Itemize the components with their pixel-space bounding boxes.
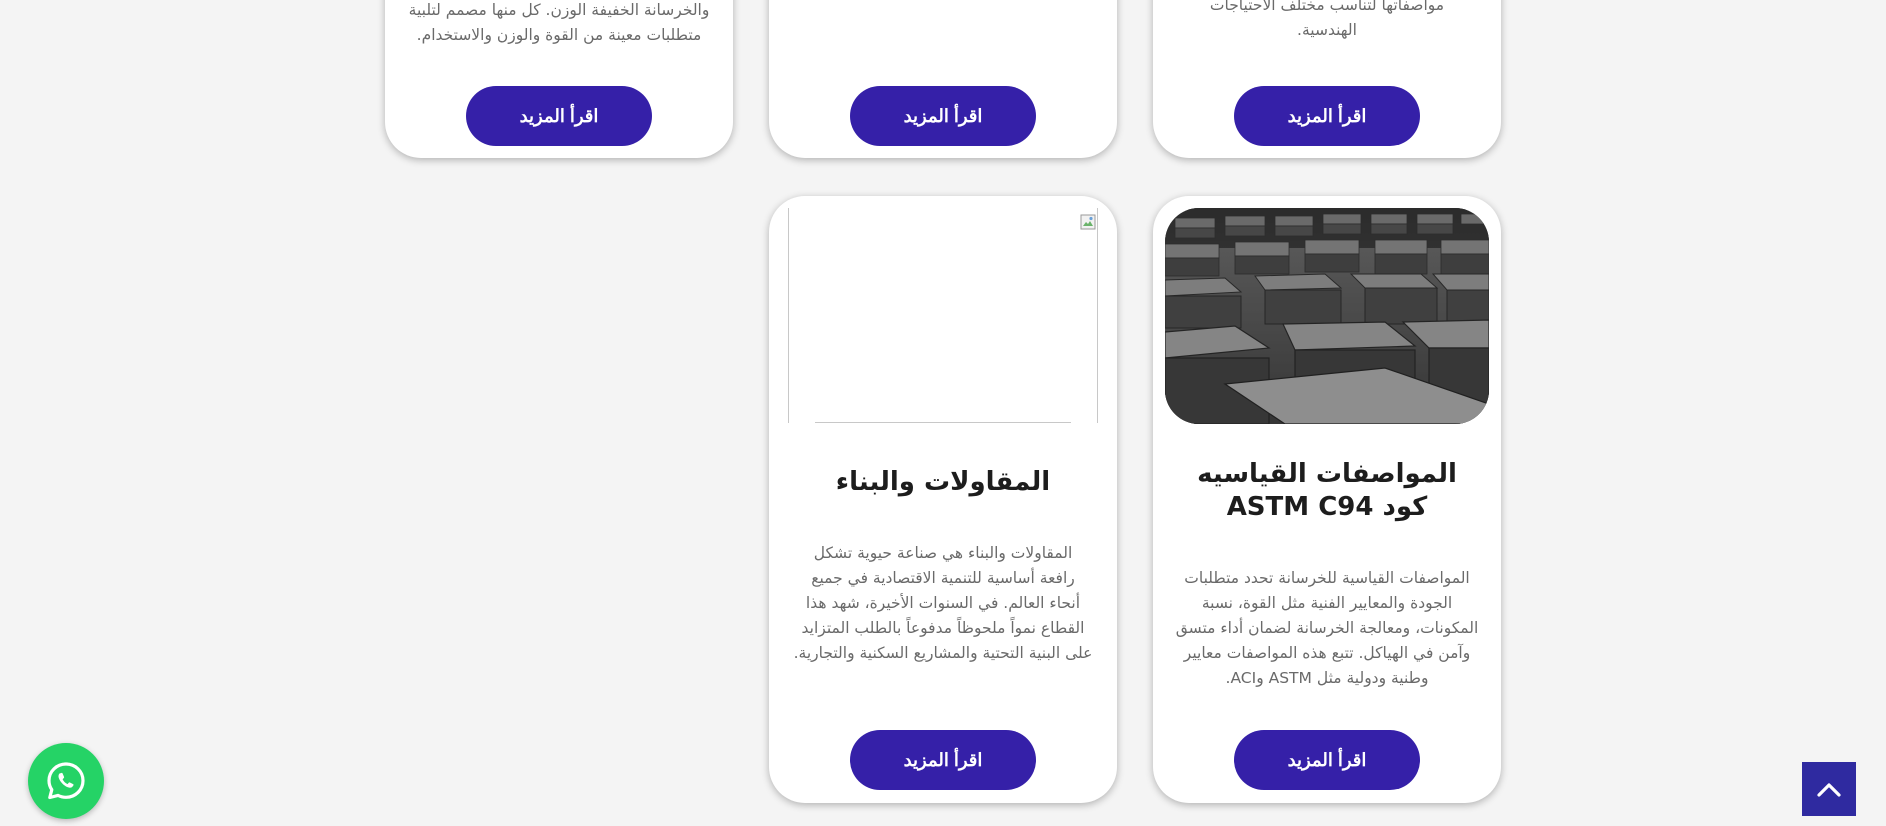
card-title: المقاولات والبناء — [835, 467, 1051, 497]
read-more-button[interactable]: اقرأ المزيد — [850, 730, 1036, 790]
card-excerpt-line: المكونات، ومعالجة الخرسانة لضمان أداء مت… — [1175, 619, 1479, 637]
card-title-line: كود ASTM C94 — [1226, 492, 1428, 522]
broken-image-icon — [1080, 214, 1096, 230]
card-excerpt-line: الهندسية. — [1297, 21, 1357, 39]
article-card-standards: المواصفات القياسيه كود ASTM C94 المواصفا… — [1153, 196, 1501, 803]
card-excerpt-line: رافعة أساسية للتنمية الاقتصادية في جميع — [811, 569, 1075, 587]
article-card: اقرأ المزيد — [769, 0, 1117, 158]
card-excerpt-line: متطلبات معينة من القوة والوزن والاستخدام… — [416, 26, 702, 44]
article-card: والخرسانة الخفيفة الوزن. كل منها مصمم لت… — [385, 0, 733, 158]
card-excerpt-line: على البنية التحتية والمشاريع السكنية وال… — [793, 644, 1093, 662]
scroll-to-top-button[interactable] — [1802, 762, 1856, 816]
card-excerpt: المقاولات والبناء هي صناعة حيوية تشكل را… — [789, 541, 1097, 666]
read-more-button[interactable]: اقرأ المزيد — [1234, 730, 1420, 790]
read-more-button[interactable]: اقرأ المزيد — [1234, 86, 1420, 146]
card-title: المواصفات القياسيه كود ASTM C94 — [1167, 458, 1487, 524]
read-more-button[interactable]: اقرأ المزيد — [850, 86, 1036, 146]
page: والخرسانة الخفيفة الوزن. كل منها مصمم لت… — [0, 0, 1886, 826]
card-excerpt: والخرسانة الخفيفة الوزن. كل منها مصمم لت… — [405, 0, 713, 48]
image-border — [815, 422, 1071, 423]
card-excerpt-line: والخرسانة الخفيفة الوزن. كل منها مصمم لت… — [408, 1, 710, 19]
card-excerpt-line: الجودة والمعايير الفنية مثل القوة، نسبة — [1201, 594, 1453, 612]
card-excerpt-line: وطنية ودولية مثل ASTM وACI. — [1225, 669, 1429, 687]
card-excerpt-line: المواصفات القياسية للخرسانة تحدد متطلبات — [1184, 569, 1470, 587]
card-excerpt-line: مواصفاتها لتناسب مختلف الاحتياجات — [1209, 0, 1445, 14]
card-excerpt-line: وآمن في الهياكل. تتبع هذه المواصفات معاي… — [1183, 644, 1471, 662]
article-card: مواصفاتها لتناسب مختلف الاحتياجات الهندس… — [1153, 0, 1501, 158]
card-excerpt-line: أنحاء العالم. في السنوات الأخيرة، شهد هذ… — [805, 594, 1081, 612]
card-excerpt-line: القطاع نمواً ملحوظاً مدفوعاً بالطلب المت… — [801, 619, 1085, 637]
card-excerpt: المواصفات القياسية للخرسانة تحدد متطلبات… — [1173, 566, 1481, 691]
card-excerpt: مواصفاتها لتناسب مختلف الاحتياجات الهندس… — [1173, 0, 1481, 43]
whatsapp-icon — [47, 762, 85, 800]
card-title-line: المواصفات القياسيه — [1197, 459, 1457, 489]
concrete-blocks-photo — [1165, 208, 1489, 424]
read-more-button[interactable]: اقرأ المزيد — [466, 86, 652, 146]
whatsapp-chat-button[interactable] — [28, 743, 104, 819]
card-image-broken[interactable] — [788, 208, 1098, 423]
chevron-up-icon — [1817, 783, 1841, 797]
article-card-contracting: المقاولات والبناء المقاولات والبناء هي ص… — [769, 196, 1117, 803]
card-excerpt-line: المقاولات والبناء هي صناعة حيوية تشكل — [813, 544, 1073, 562]
card-image-concrete-blocks[interactable] — [1165, 208, 1489, 424]
